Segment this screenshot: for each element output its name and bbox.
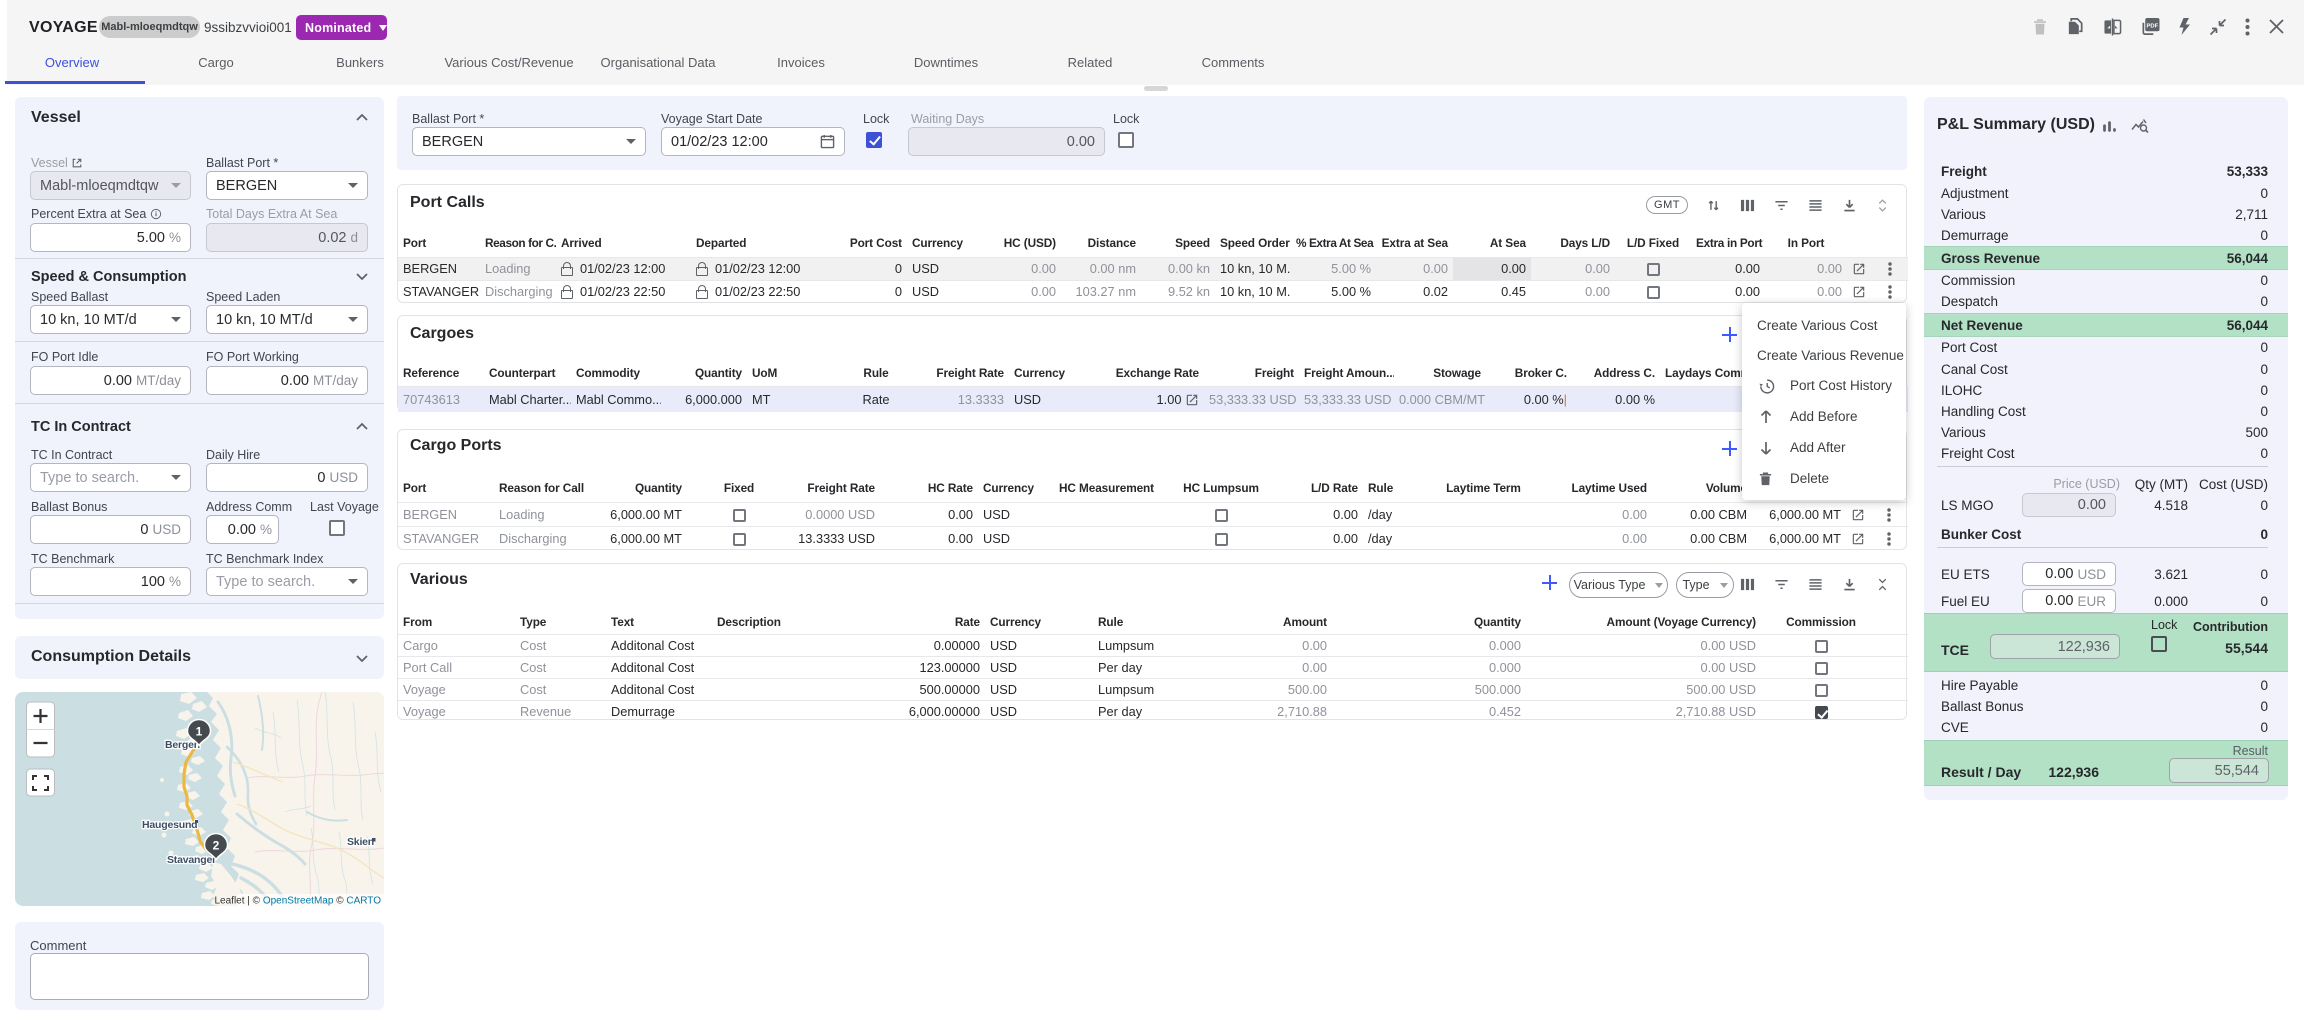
svg-text:Skien: Skien [347, 836, 374, 848]
svg-text:2: 2 [213, 839, 220, 853]
svg-text:PDF: PDF [2147, 24, 2159, 30]
svg-text:1: 1 [196, 725, 203, 739]
svg-text:Haugesund: Haugesund [142, 819, 197, 831]
svg-text:Stavanger: Stavanger [167, 854, 216, 866]
svg-text:Leaflet | © OpenStreetMap © CA: Leaflet | © OpenStreetMap © CARTO [214, 896, 381, 907]
